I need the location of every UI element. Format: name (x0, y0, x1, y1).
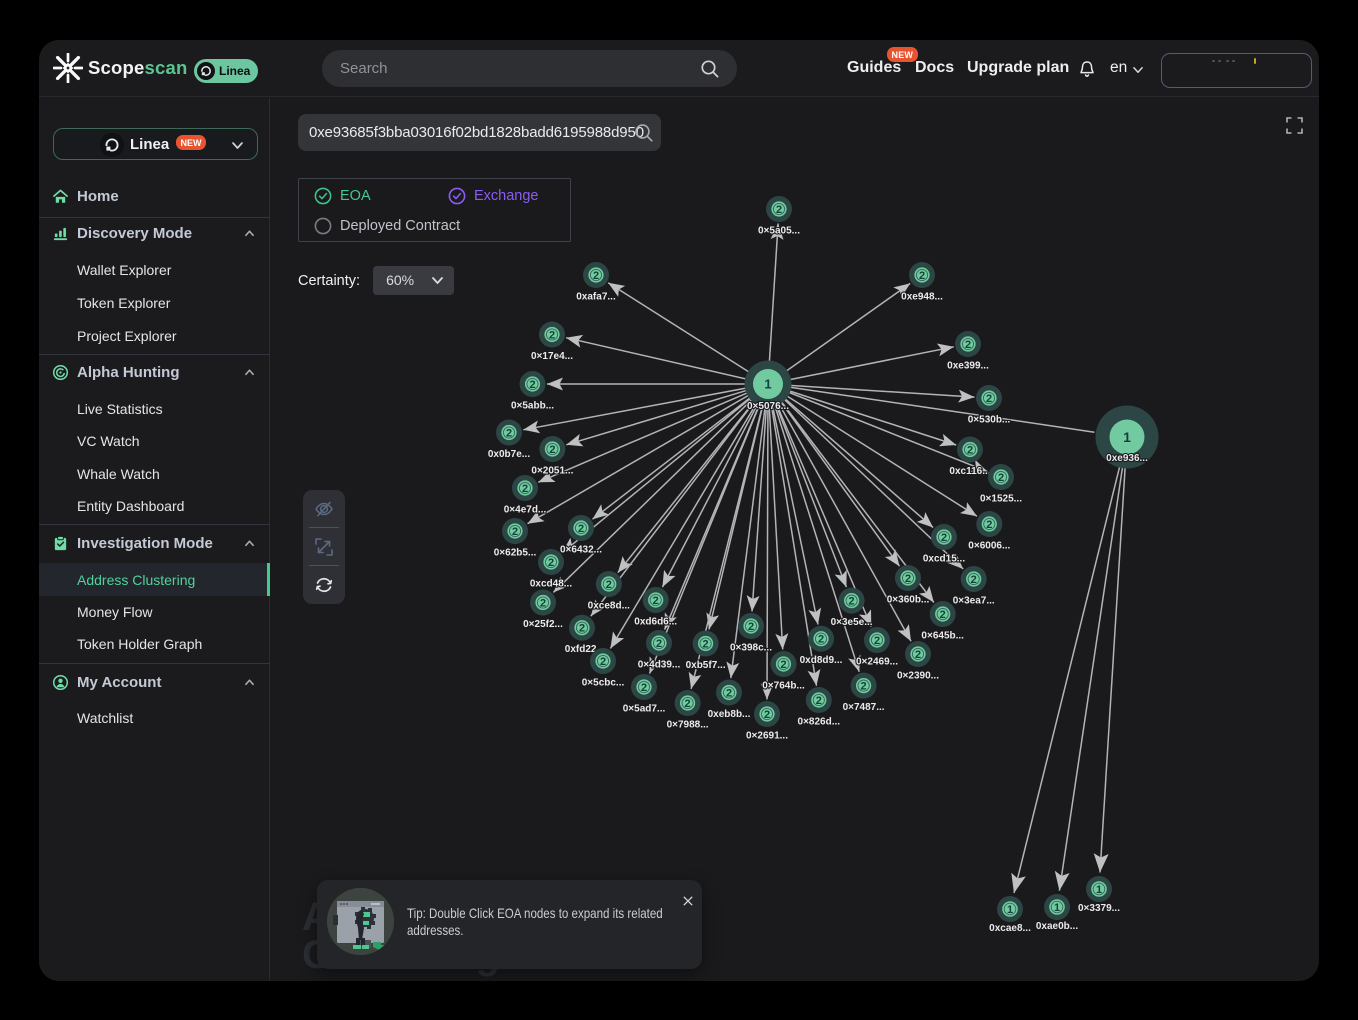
svg-text:2: 2 (548, 557, 554, 569)
svg-text:0×645b...: 0×645b... (921, 631, 964, 642)
svg-text:1: 1 (1096, 884, 1102, 896)
svg-text:2: 2 (776, 204, 782, 216)
svg-text:2: 2 (941, 532, 947, 544)
svg-text:2: 2 (726, 688, 732, 700)
svg-text:0×1525...: 0×1525... (980, 494, 1022, 505)
svg-text:2: 2 (578, 523, 584, 535)
svg-text:0×17e4...: 0×17e4... (531, 351, 573, 362)
svg-text:0xe399...: 0xe399... (947, 361, 989, 372)
svg-text:2: 2 (512, 526, 518, 538)
svg-text:0x0b7e...: 0x0b7e... (488, 449, 530, 460)
svg-text:0×2469...: 0×2469... (856, 657, 898, 668)
svg-text:0×2691...: 0×2691... (746, 731, 788, 742)
svg-text:0×7988...: 0×7988... (667, 720, 709, 731)
svg-text:0×3379...: 0×3379... (1078, 903, 1120, 914)
svg-text:0×5ad7...: 0×5ad7... (623, 704, 666, 715)
svg-text:0×7487...: 0×7487... (843, 702, 885, 713)
svg-text:2: 2 (549, 330, 555, 342)
svg-text:0×62b5...: 0×62b5... (494, 548, 537, 559)
svg-text:2: 2 (816, 695, 822, 707)
svg-text:2: 2 (780, 659, 786, 671)
svg-text:0×398c...: 0×398c... (730, 643, 772, 654)
svg-text:0xce8d...: 0xce8d... (588, 601, 630, 612)
svg-text:0×4e7d...: 0×4e7d... (504, 505, 547, 516)
svg-text:0xd8d9...: 0xd8d9... (800, 655, 843, 666)
svg-text:2: 2 (967, 445, 973, 457)
svg-text:2: 2 (965, 339, 971, 351)
svg-text:2: 2 (540, 598, 546, 610)
svg-text:0×5a05...: 0×5a05... (758, 226, 800, 237)
svg-text:0xe948...: 0xe948... (901, 292, 943, 303)
svg-text:0xafa7...: 0xafa7... (576, 292, 616, 303)
svg-text:0×764b...: 0×764b... (762, 681, 805, 692)
svg-text:0×5076...: 0×5076... (747, 401, 789, 412)
svg-text:0×5abb...: 0×5abb... (511, 401, 554, 412)
svg-text:1: 1 (1123, 429, 1131, 445)
svg-text:2: 2 (600, 656, 606, 668)
svg-text:0×2390...: 0×2390... (897, 671, 939, 682)
svg-text:2: 2 (549, 444, 555, 456)
svg-text:2: 2 (703, 639, 709, 651)
svg-text:0×2051...: 0×2051... (531, 466, 573, 477)
svg-text:2: 2 (606, 579, 612, 591)
svg-text:0×3ea7...: 0×3ea7... (953, 596, 995, 607)
svg-text:2: 2 (998, 472, 1004, 484)
svg-text:2: 2 (579, 623, 585, 635)
svg-text:0xae0b...: 0xae0b... (1036, 921, 1078, 932)
svg-text:2: 2 (748, 621, 754, 633)
svg-text:0×826d...: 0×826d... (798, 717, 841, 728)
svg-text:1: 1 (1054, 902, 1060, 914)
svg-text:0xb5f7...: 0xb5f7... (686, 660, 726, 671)
svg-text:2: 2 (506, 428, 512, 440)
svg-text:0xcae8...: 0xcae8... (989, 923, 1031, 934)
svg-text:2: 2 (656, 638, 662, 650)
svg-text:2: 2 (685, 698, 691, 710)
svg-text:2: 2 (905, 573, 911, 585)
svg-text:0×360b...: 0×360b... (887, 595, 930, 606)
svg-text:2: 2 (861, 681, 867, 693)
svg-text:2: 2 (641, 682, 647, 694)
svg-text:0×4d39...: 0×4d39... (638, 660, 681, 671)
svg-text:0×6006...: 0×6006... (968, 541, 1010, 552)
svg-text:2: 2 (986, 393, 992, 405)
svg-text:2: 2 (764, 709, 770, 721)
svg-text:0xc116...: 0xc116... (949, 466, 990, 477)
svg-text:2: 2 (653, 595, 659, 607)
svg-text:0xe936...: 0xe936... (1106, 453, 1148, 464)
svg-text:0xd6d6...: 0xd6d6... (634, 617, 677, 628)
svg-text:0×25f2...: 0×25f2... (523, 619, 563, 630)
svg-text:2: 2 (915, 649, 921, 661)
svg-text:0×5cbc...: 0×5cbc... (582, 678, 625, 689)
svg-text:2: 2 (849, 596, 855, 608)
svg-text:0xcd15...: 0xcd15... (923, 554, 965, 565)
svg-text:2: 2 (919, 270, 925, 282)
svg-text:2: 2 (971, 574, 977, 586)
svg-text:0xeb8b...: 0xeb8b... (708, 709, 751, 720)
svg-text:2: 2 (529, 379, 535, 391)
svg-text:2: 2 (593, 270, 599, 282)
svg-text:1: 1 (1007, 904, 1013, 916)
svg-text:2: 2 (986, 519, 992, 531)
svg-text:2: 2 (874, 635, 880, 647)
svg-text:2: 2 (940, 609, 946, 621)
svg-text:0×6432...: 0×6432... (560, 545, 602, 556)
svg-text:0×530b...: 0×530b... (968, 415, 1011, 426)
svg-text:0×3e5e...: 0×3e5e... (831, 617, 873, 628)
svg-text:1: 1 (764, 377, 771, 392)
svg-text:0xcd48...: 0xcd48... (530, 579, 572, 590)
svg-text:2: 2 (818, 634, 824, 646)
svg-text:2: 2 (522, 483, 528, 495)
